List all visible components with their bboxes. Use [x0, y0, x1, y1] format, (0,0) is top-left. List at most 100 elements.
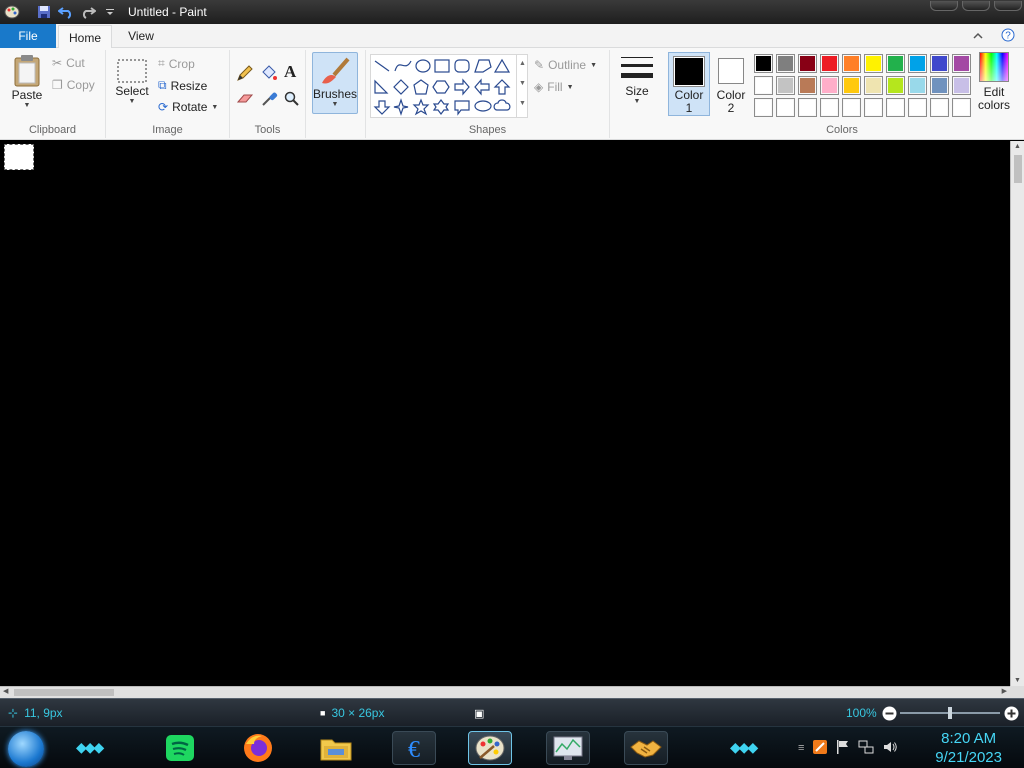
- palette-swatch[interactable]: [886, 98, 905, 117]
- scroll-down-icon[interactable]: ▼: [1011, 677, 1024, 684]
- svg-text:?: ?: [1005, 30, 1011, 41]
- crop-button[interactable]: ⌗ Crop: [158, 56, 195, 71]
- color2-button[interactable]: Color 2: [712, 55, 750, 115]
- shapes-gallery: [370, 54, 528, 118]
- palette-swatch[interactable]: [908, 54, 927, 73]
- palette-swatch[interactable]: [952, 76, 971, 95]
- palette-swatch[interactable]: [776, 76, 795, 95]
- palette-swatch[interactable]: [754, 54, 773, 73]
- palette-swatch[interactable]: [864, 98, 883, 117]
- palette-swatch[interactable]: [864, 54, 883, 73]
- zoom-in-button[interactable]: [1004, 699, 1019, 727]
- palette-swatch[interactable]: [842, 98, 861, 117]
- customize-toolbar-icon[interactable]: [100, 3, 120, 21]
- select-button[interactable]: Select ▼: [110, 58, 154, 105]
- undo-icon[interactable]: [56, 3, 76, 21]
- palette-swatch[interactable]: [842, 76, 861, 95]
- start-button[interactable]: [8, 731, 44, 767]
- palette-swatch[interactable]: [908, 98, 927, 117]
- paint-app[interactable]: [468, 731, 512, 765]
- palette-swatch[interactable]: [798, 54, 817, 73]
- palette-swatch[interactable]: [952, 54, 971, 73]
- tab-file[interactable]: File: [0, 24, 56, 48]
- network-icon[interactable]: [858, 739, 874, 758]
- palette-swatch[interactable]: [754, 98, 773, 117]
- palette-swatch[interactable]: [952, 98, 971, 117]
- collapse-ribbon-icon[interactable]: [973, 29, 983, 43]
- show-hidden-icons-icon[interactable]: ≡: [798, 742, 804, 754]
- maximize-button[interactable]: [962, 1, 990, 11]
- file-explorer-app[interactable]: [314, 731, 358, 765]
- scroll-right-icon[interactable]: ▶: [1002, 687, 1007, 695]
- chevron-down-icon: ▼: [211, 103, 219, 111]
- palette-swatch[interactable]: [864, 76, 883, 95]
- canvas-workspace[interactable]: ▲ ▼: [0, 141, 1024, 686]
- tab-home[interactable]: Home: [58, 25, 112, 49]
- palette-swatch[interactable]: [908, 76, 927, 95]
- selection-size: 30 × 26px: [331, 706, 385, 720]
- palette-swatch[interactable]: [930, 98, 949, 117]
- copy-button[interactable]: ❐ Copy: [52, 78, 95, 92]
- close-button[interactable]: [994, 1, 1022, 11]
- scroll-left-icon[interactable]: ◀: [3, 687, 8, 695]
- minimize-button[interactable]: [930, 1, 958, 11]
- color1-button[interactable]: Color 1: [668, 52, 710, 116]
- palette-swatch[interactable]: [842, 54, 861, 73]
- firefox-app[interactable]: [236, 731, 280, 765]
- color-picker-icon[interactable]: [260, 90, 278, 113]
- clock[interactable]: 8:20 AM 9/21/2023: [935, 729, 1002, 767]
- system-monitor-app[interactable]: [546, 731, 590, 765]
- horizontal-scrollbar[interactable]: ◀ ▶: [0, 686, 1010, 698]
- zoom-slider[interactable]: [900, 707, 1000, 719]
- rotate-button[interactable]: ⟳ Rotate ▼: [158, 100, 218, 114]
- line-width-icon: [621, 57, 653, 78]
- palette-swatch[interactable]: [754, 76, 773, 95]
- brushes-button[interactable]: Brushes ▼: [312, 52, 358, 114]
- palette-swatch[interactable]: [776, 98, 795, 117]
- palette-swatch[interactable]: [886, 54, 905, 73]
- palette-swatch[interactable]: [776, 54, 795, 73]
- app-tray-icon[interactable]: [812, 739, 828, 758]
- resize-button[interactable]: ⧉ Resize: [158, 78, 207, 93]
- handshake-app[interactable]: [624, 731, 668, 765]
- save-icon[interactable]: [34, 3, 54, 21]
- spotify-app[interactable]: [158, 731, 202, 765]
- vertical-scroll-thumb[interactable]: [1014, 155, 1022, 183]
- palette-swatch[interactable]: [820, 54, 839, 73]
- help-icon[interactable]: ?: [1001, 28, 1015, 45]
- action-center-flag-icon[interactable]: [836, 739, 850, 758]
- palette-swatch[interactable]: [820, 98, 839, 117]
- edit-colors-button[interactable]: Edit colors: [976, 52, 1012, 112]
- fill-bucket-icon[interactable]: [260, 64, 278, 87]
- vertical-scrollbar[interactable]: ▲ ▼: [1010, 141, 1024, 686]
- palette-swatch[interactable]: [820, 76, 839, 95]
- size-button[interactable]: Size ▼: [616, 54, 658, 105]
- scroll-up-icon[interactable]: ▲: [1011, 143, 1024, 150]
- palette-swatch[interactable]: [886, 76, 905, 95]
- magnifier-icon[interactable]: [284, 91, 300, 112]
- horizontal-scroll-thumb[interactable]: [14, 689, 114, 696]
- palette-swatch[interactable]: [798, 76, 817, 95]
- paste-button[interactable]: Paste ▼: [8, 54, 46, 109]
- cut-button[interactable]: ✂ Cut: [52, 56, 85, 70]
- volume-icon[interactable]: [882, 739, 898, 758]
- window-controls: [928, 0, 1024, 14]
- zoom-out-button[interactable]: [882, 699, 897, 727]
- size-label: Size: [625, 84, 649, 98]
- paste-label: Paste: [11, 88, 43, 102]
- fill-button[interactable]: ◈ Fill ▼: [534, 80, 574, 94]
- text-tool-icon[interactable]: A: [284, 62, 296, 82]
- outline-button[interactable]: ✎ Outline ▼: [534, 58, 597, 72]
- tab-view[interactable]: View: [114, 24, 168, 48]
- selection-region[interactable]: [4, 144, 34, 170]
- palette-swatch[interactable]: [930, 54, 949, 73]
- palette-swatch[interactable]: [798, 98, 817, 117]
- shapes-gallery-scroll[interactable]: ▲ ▼ ▼: [516, 54, 528, 118]
- emule-app[interactable]: €: [392, 731, 436, 765]
- eraser-icon[interactable]: [236, 92, 254, 111]
- redo-icon[interactable]: [78, 3, 98, 21]
- zoom-slider-thumb[interactable]: [948, 707, 952, 719]
- pencil-icon[interactable]: [236, 64, 254, 87]
- palette-swatch[interactable]: [930, 76, 949, 95]
- paint-app-icon[interactable]: [2, 3, 22, 21]
